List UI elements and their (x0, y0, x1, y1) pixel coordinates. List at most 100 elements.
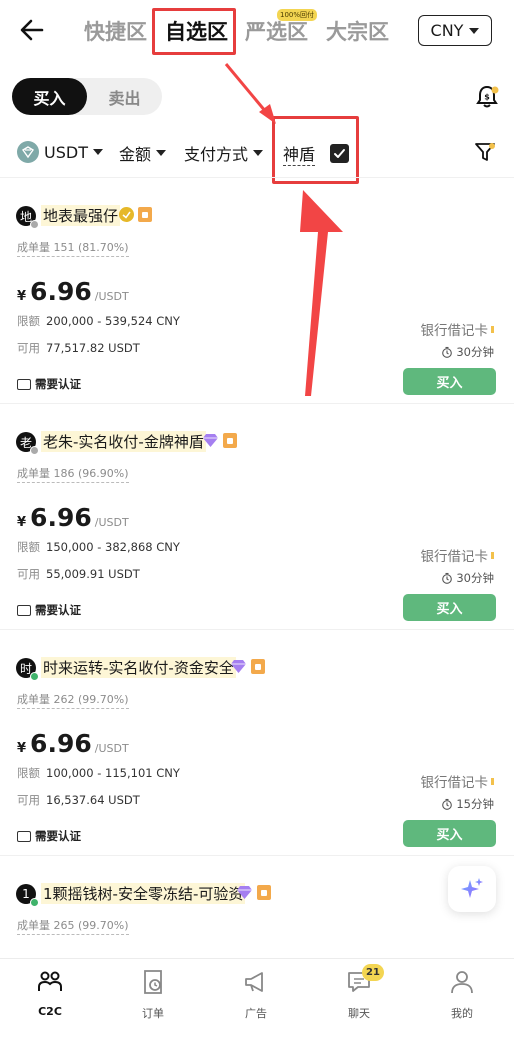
payment-time: 15分钟 (441, 796, 494, 812)
price-row: ¥ 6.96 /USDT (17, 277, 129, 306)
nav-label: 我的 (451, 1007, 473, 1020)
status-dot (30, 672, 39, 681)
available-label: 可用 (17, 341, 40, 355)
limit-label: 限额 (17, 540, 40, 554)
currency-symbol: ¥ (17, 741, 27, 756)
payment-color-bar (491, 325, 494, 333)
coin-filter-label: USDT (44, 142, 88, 162)
price-unit: /USDT (94, 290, 129, 303)
bottom-nav: C2C 订单 广告 聊天 我的 (0, 958, 514, 1038)
chevron-down-icon (92, 149, 103, 155)
nav-ads[interactable]: 广告 (226, 969, 286, 1021)
merchant-badges (230, 659, 265, 674)
timer-icon (442, 798, 453, 810)
price: 6.96 (30, 729, 92, 758)
limit-value: 200,000 - 539,524 CNY (46, 314, 180, 328)
buy-toggle[interactable]: 买入 (12, 78, 87, 115)
annotation-box-shendun (272, 116, 359, 184)
amount-filter-label: 金额 (119, 145, 152, 164)
megaphone-icon (245, 972, 263, 992)
kyc-label: 需要认证 (35, 829, 81, 843)
nav-profile[interactable]: 我的 (432, 969, 492, 1021)
avatar: 地 (16, 206, 39, 229)
available-value: 77,517.82 USDT (46, 341, 140, 355)
id-card-icon (17, 604, 31, 616)
currency-value: CNY (430, 21, 464, 40)
diamond-icon (203, 434, 218, 447)
usdt-icon (17, 141, 39, 163)
ai-assistant-button[interactable] (448, 866, 496, 912)
c2c-icon (38, 971, 62, 991)
status-dot (30, 220, 39, 229)
nav-orders[interactable]: 订单 (123, 969, 183, 1021)
available-label: 可用 (17, 793, 40, 807)
merchant-name[interactable]: 地表最强仔 (41, 205, 121, 226)
currency-symbol: ¥ (17, 515, 27, 530)
merchant-name[interactable]: 时来运转-实名收付-资金安全 (41, 657, 236, 678)
payment-label: 银行借记卡 (420, 323, 489, 339)
currency-select[interactable]: CNY (418, 15, 492, 46)
merchant-name[interactable]: 1颗摇钱树-安全零冻结-可验资 (41, 883, 246, 904)
order-icon (144, 970, 162, 994)
filter-bar: USDT 金额 支付方式 神盾 (0, 135, 514, 169)
sparkle-icon (461, 878, 483, 898)
kyc-required: 需要认证 (17, 376, 81, 392)
chevron-down-icon (253, 150, 264, 156)
limit-label: 限额 (17, 766, 40, 780)
buy-button[interactable]: 买入 (403, 368, 496, 395)
limit-value: 100,000 - 115,101 CNY (46, 766, 180, 780)
merchant-name[interactable]: 老朱-实名收付-金牌神盾 (41, 431, 206, 452)
limit-value: 150,000 - 382,868 CNY (46, 540, 180, 554)
chevron-down-icon (469, 27, 480, 34)
kyc-label: 需要认证 (35, 603, 81, 617)
kyc-label: 需要认证 (35, 377, 81, 391)
payment-filter-label: 支付方式 (184, 145, 249, 164)
avatar: 时 (16, 658, 39, 681)
nav-label: 聊天 (348, 1007, 370, 1020)
id-card-icon (17, 830, 31, 842)
available-row: 可用 16,537.64 USDT (17, 792, 140, 808)
diamond-icon (237, 886, 252, 899)
status-dot (30, 898, 39, 907)
available-row: 可用 55,009.91 USDT (17, 566, 140, 582)
price-row: ¥ 6.96 /USDT (17, 729, 129, 758)
coin-filter[interactable]: USDT (17, 141, 103, 163)
filter-funnel-icon[interactable] (474, 141, 496, 163)
payment-method: 银行借记卡 (421, 545, 494, 565)
payment-label: 银行借记卡 (420, 775, 489, 791)
price: 6.96 (30, 277, 92, 306)
available-value: 16,537.64 USDT (46, 793, 140, 807)
ad-card: 1 1颗摇钱树-安全零冻结-可验资 成单量 265 (99.70%) (0, 856, 514, 958)
merchant-shield-icon (257, 885, 271, 900)
merchant-shield-icon (138, 207, 152, 222)
buy-button[interactable]: 买入 (403, 820, 496, 847)
amount-filter[interactable]: 金额 (119, 141, 167, 165)
limit-row: 限额 200,000 - 539,524 CNY (17, 313, 180, 329)
back-arrow-icon[interactable] (18, 16, 46, 44)
available-label: 可用 (17, 567, 40, 581)
tab-bulk-zone[interactable]: 大宗区 (326, 16, 389, 46)
nav-label: 广告 (245, 1007, 267, 1020)
trade-stats: 成单量 262 (99.70%) (17, 691, 129, 709)
nav-c2c[interactable]: C2C (20, 969, 80, 1018)
avatar-letter: 1 (22, 887, 30, 901)
price: 6.96 (30, 503, 92, 532)
annotation-box-zone (152, 8, 236, 55)
currency-symbol: ¥ (17, 289, 27, 304)
avatar: 1 (16, 884, 39, 907)
chat-unread-badge: 21 (362, 964, 384, 981)
limit-row: 限额 150,000 - 382,868 CNY (17, 539, 180, 555)
time-label: 30分钟 (456, 571, 494, 585)
sell-toggle[interactable]: 卖出 (87, 78, 162, 115)
bell-icon[interactable]: $ (474, 84, 500, 110)
payment-filter[interactable]: 支付方式 (184, 141, 264, 165)
available-row: 可用 77,517.82 USDT (17, 340, 140, 356)
available-value: 55,009.91 USDT (46, 567, 140, 581)
payment-color-bar (491, 777, 494, 785)
buy-button[interactable]: 买入 (403, 594, 496, 621)
merchant-shield-icon (251, 659, 265, 674)
buy-sell-toggle: 买入 卖出 (12, 78, 162, 115)
tab-quick-zone[interactable]: 快捷区 (84, 16, 147, 46)
kyc-required: 需要认证 (17, 828, 81, 844)
ad-card: 时 时来运转-实名收付-资金安全 成单量 262 (99.70%) ¥ 6.96… (0, 630, 514, 856)
